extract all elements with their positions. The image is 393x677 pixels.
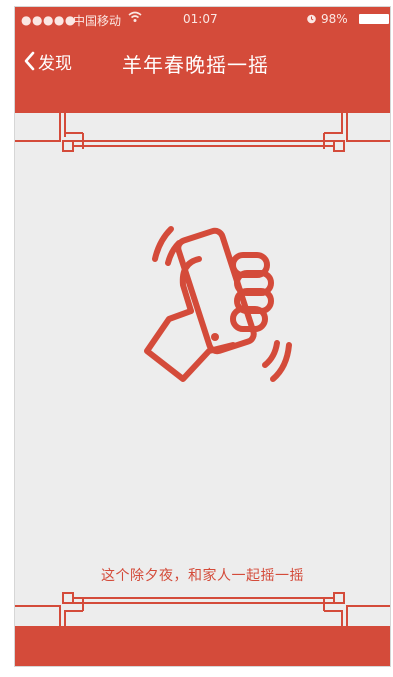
tagline: 这个除夕夜，和家人一起摇一摇 xyxy=(101,568,304,584)
top-red-band xyxy=(15,92,390,113)
shake-phone-hand-icon[interactable] xyxy=(133,215,303,395)
bottom-red-band xyxy=(15,626,390,666)
top-ornament xyxy=(15,111,390,152)
phone-screen: ●●●●● 中国移动 01:07 98% 发现 羊年春晚摇一摇 这个除夕夜，和家… xyxy=(14,6,391,667)
